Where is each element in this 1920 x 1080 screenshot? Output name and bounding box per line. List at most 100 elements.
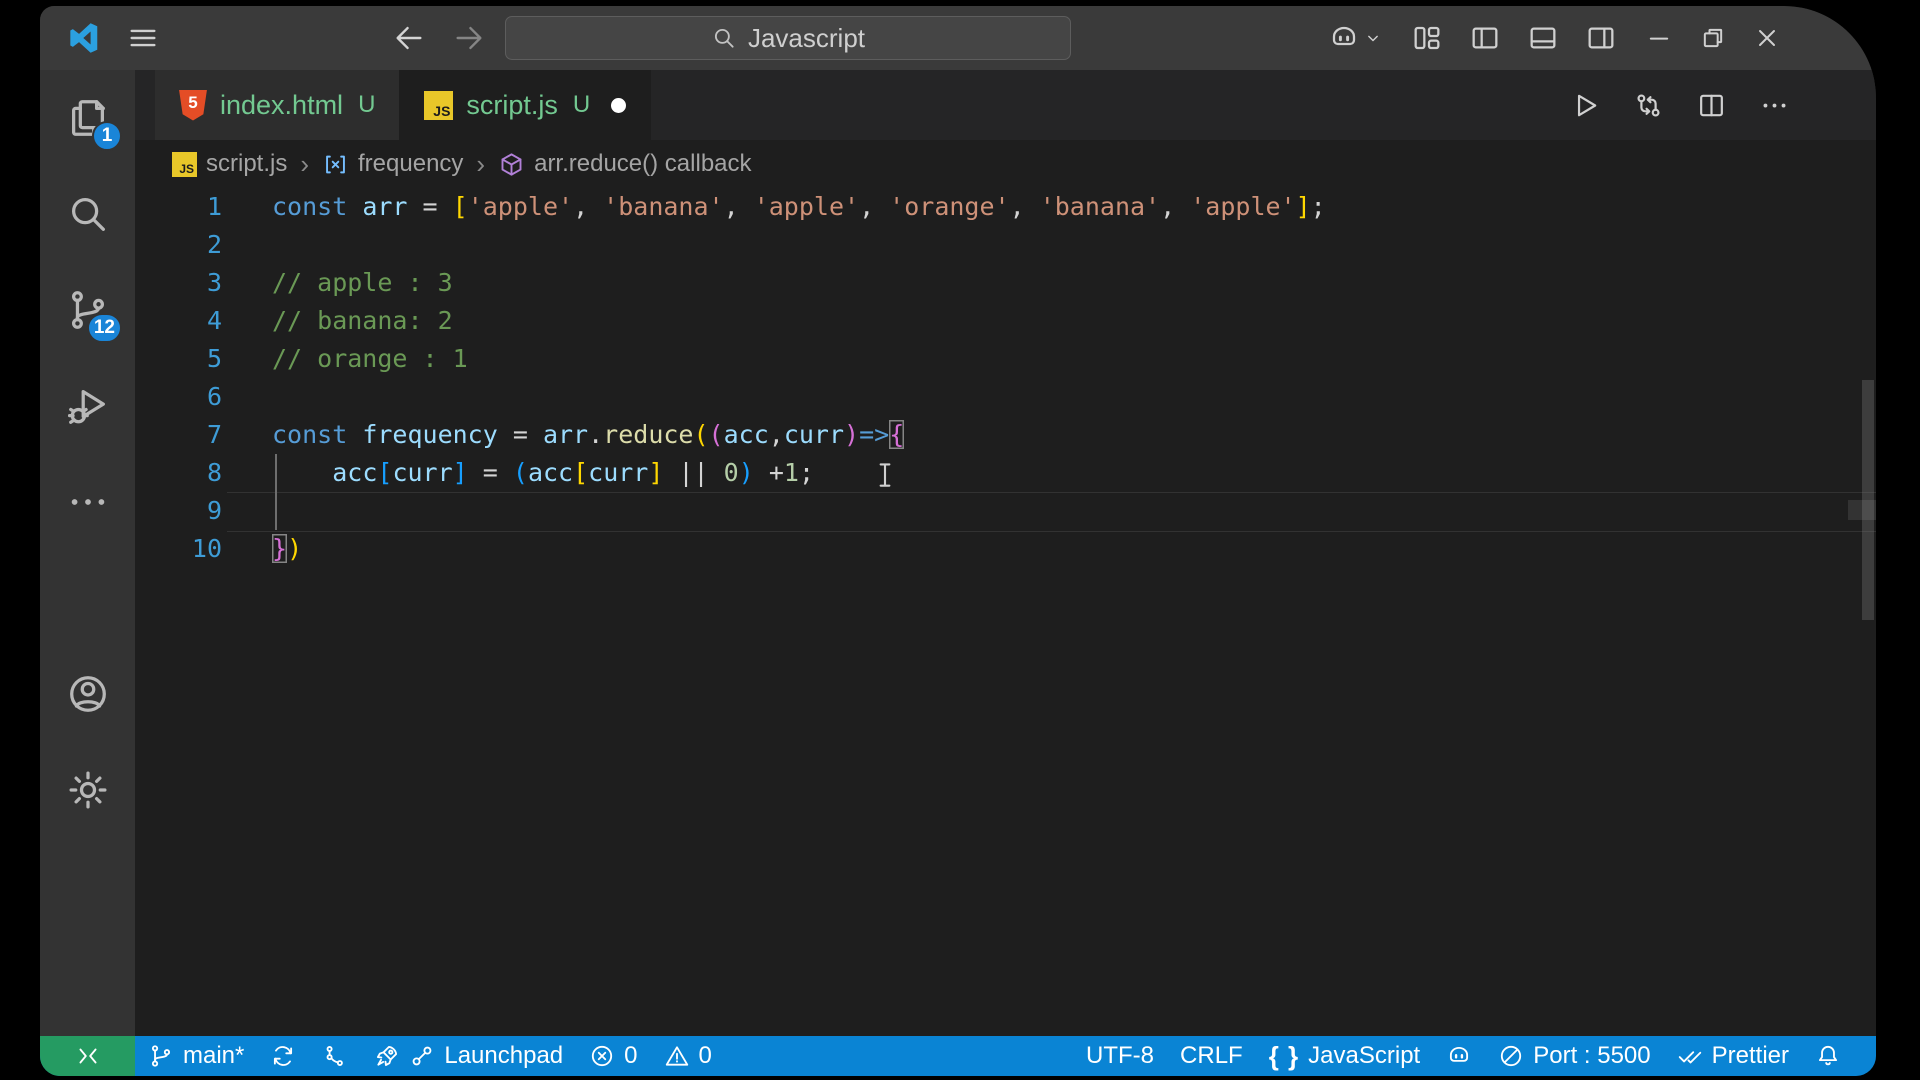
ellipsis-icon bbox=[65, 479, 111, 525]
status-prettier[interactable]: Prettier bbox=[1664, 1036, 1802, 1076]
status-remote-window[interactable] bbox=[40, 1036, 135, 1076]
more-actions-icon bbox=[1759, 90, 1790, 121]
tab-label: index.html bbox=[220, 90, 343, 121]
search-icon bbox=[711, 25, 737, 51]
code-line-2[interactable]: 2 bbox=[135, 226, 1876, 264]
line-number: 7 bbox=[135, 416, 222, 454]
toggle-sidebar-icon bbox=[1469, 22, 1501, 54]
code-line-1[interactable]: 1const arr = ['apple', 'banana', 'apple'… bbox=[135, 188, 1876, 226]
activity-run-and-debug[interactable] bbox=[40, 358, 135, 454]
editor[interactable]: 1const arr = ['apple', 'banana', 'apple'… bbox=[135, 188, 1876, 1036]
status-sync-changes[interactable] bbox=[257, 1036, 309, 1076]
tab-label: script.js bbox=[466, 90, 558, 121]
status-warnings[interactable]: 0 bbox=[651, 1036, 725, 1076]
copilot-icon bbox=[1328, 22, 1360, 54]
minimize-button[interactable] bbox=[1645, 24, 1673, 52]
split-editor-button[interactable] bbox=[1696, 90, 1727, 121]
activity-badge: 12 bbox=[87, 313, 122, 343]
toggle-panel-button[interactable] bbox=[1527, 22, 1559, 54]
tab-script.js[interactable]: JSscript.jsU bbox=[400, 70, 651, 140]
activity-settings[interactable] bbox=[40, 742, 135, 838]
link-icon bbox=[409, 1043, 435, 1069]
activity-accounts[interactable] bbox=[40, 646, 135, 742]
breadcrumb-item[interactable]: frequency bbox=[322, 150, 463, 178]
code-line-3[interactable]: 3// apple : 3 bbox=[135, 264, 1876, 302]
line-number: 6 bbox=[135, 378, 222, 416]
arrow-right-icon bbox=[452, 21, 486, 55]
breadcrumb-label: script.js bbox=[206, 150, 287, 178]
status-end-of-line[interactable]: CRLF bbox=[1167, 1036, 1256, 1076]
run-button[interactable] bbox=[1570, 90, 1601, 121]
line-number: 5 bbox=[135, 340, 222, 378]
activity-more-views[interactable] bbox=[40, 454, 135, 550]
status-copilot-status[interactable] bbox=[1433, 1036, 1485, 1076]
git-branch-icon bbox=[148, 1043, 174, 1069]
toggle-secondary-sidebar-button[interactable] bbox=[1585, 22, 1617, 54]
status-label: 0 bbox=[699, 1042, 712, 1070]
status-label: JavaScript bbox=[1308, 1042, 1420, 1070]
line-text bbox=[222, 378, 272, 416]
code-line-8[interactable]: 8 acc[curr] = (acc[curr] || 0) +1; bbox=[135, 454, 1876, 492]
toggle-primary-sidebar-button[interactable] bbox=[1469, 22, 1501, 54]
activity-spacer bbox=[40, 550, 135, 646]
status-left: main* Launchpad 0 0 bbox=[40, 1036, 725, 1076]
status-label: UTF-8 bbox=[1086, 1042, 1154, 1070]
split-editor-icon bbox=[1696, 90, 1727, 121]
line-number: 10 bbox=[135, 530, 222, 568]
activity-source-control[interactable]: 12 bbox=[40, 262, 135, 358]
line-text: const frequency = arr.reduce((acc,curr)=… bbox=[222, 416, 904, 454]
cube-icon bbox=[498, 151, 525, 178]
breadcrumb[interactable]: JSscript.js › frequency › arr.reduce() callb… bbox=[135, 140, 1876, 188]
activity-search[interactable] bbox=[40, 166, 135, 262]
status-notifications[interactable] bbox=[1802, 1036, 1854, 1076]
line-text bbox=[222, 226, 272, 264]
line-text: }) bbox=[222, 530, 302, 568]
chevron-down-icon bbox=[1363, 28, 1383, 48]
code-line-4[interactable]: 4// banana: 2 bbox=[135, 302, 1876, 340]
status-label: 0 bbox=[624, 1042, 637, 1070]
tab-index.html[interactable]: 5index.htmlU bbox=[155, 70, 400, 140]
more-actions-button[interactable] bbox=[1759, 90, 1790, 121]
copilot-menu-button[interactable] bbox=[1328, 22, 1383, 54]
rocket-icon bbox=[374, 1043, 400, 1069]
modified-dot[interactable] bbox=[611, 98, 626, 113]
line-number: 9 bbox=[135, 492, 222, 530]
code-line-9[interactable]: 9 bbox=[135, 492, 1876, 530]
menu-button[interactable] bbox=[126, 21, 160, 55]
command-center-search[interactable]: Javascript bbox=[505, 16, 1071, 60]
code-line-6[interactable]: 6 bbox=[135, 378, 1876, 416]
maximize-button[interactable] bbox=[1699, 24, 1727, 52]
activity-explorer[interactable]: 1 bbox=[40, 70, 135, 166]
status-live-server-port[interactable]: Port : 5500 bbox=[1485, 1036, 1663, 1076]
code-line-5[interactable]: 5// orange : 1 bbox=[135, 340, 1876, 378]
line-text: acc[curr] = (acc[curr] || 0) +1; bbox=[222, 454, 814, 492]
status-language-mode[interactable]: { }JavaScript bbox=[1256, 1036, 1434, 1076]
status-launchpad[interactable]: Launchpad bbox=[361, 1036, 576, 1076]
forward-button[interactable] bbox=[452, 21, 486, 55]
line-text: // apple : 3 bbox=[222, 264, 453, 302]
search-text: Javascript bbox=[748, 23, 865, 54]
breadcrumb-item[interactable]: arr.reduce() callback bbox=[498, 150, 751, 178]
code-line-7[interactable]: 7const frequency = arr.reduce((acc,curr)… bbox=[135, 416, 1876, 454]
breadcrumb-item[interactable]: JSscript.js bbox=[172, 150, 287, 178]
breadcrumb-separator: › bbox=[300, 149, 309, 180]
customize-layout-button[interactable] bbox=[1411, 22, 1443, 54]
status-git-branch[interactable]: main* bbox=[135, 1036, 257, 1076]
code-lines: 1const arr = ['apple', 'banana', 'apple'… bbox=[135, 188, 1876, 568]
status-bar: main* Launchpad 0 0 UTF-8 CRLF{ }JavaScript P… bbox=[40, 1036, 1876, 1076]
status-errors[interactable]: 0 bbox=[576, 1036, 650, 1076]
html-icon: 5 bbox=[179, 90, 207, 121]
close-icon bbox=[1753, 24, 1781, 52]
toggle-panel-icon bbox=[1527, 22, 1559, 54]
back-button[interactable] bbox=[392, 21, 426, 55]
status-source-control-graph[interactable] bbox=[309, 1036, 361, 1076]
code-line-10[interactable]: 10}) bbox=[135, 530, 1876, 568]
status-encoding[interactable]: UTF-8 bbox=[1073, 1036, 1167, 1076]
close-button[interactable] bbox=[1753, 24, 1781, 52]
status-right: UTF-8 CRLF{ }JavaScript Port : 5500Prettie… bbox=[1073, 1036, 1876, 1076]
breadcrumb-separator: › bbox=[476, 149, 485, 180]
window-controls bbox=[1645, 24, 1781, 52]
line-number: 2 bbox=[135, 226, 222, 264]
check-double-icon bbox=[1677, 1043, 1703, 1069]
open-changes-button[interactable] bbox=[1633, 90, 1664, 121]
